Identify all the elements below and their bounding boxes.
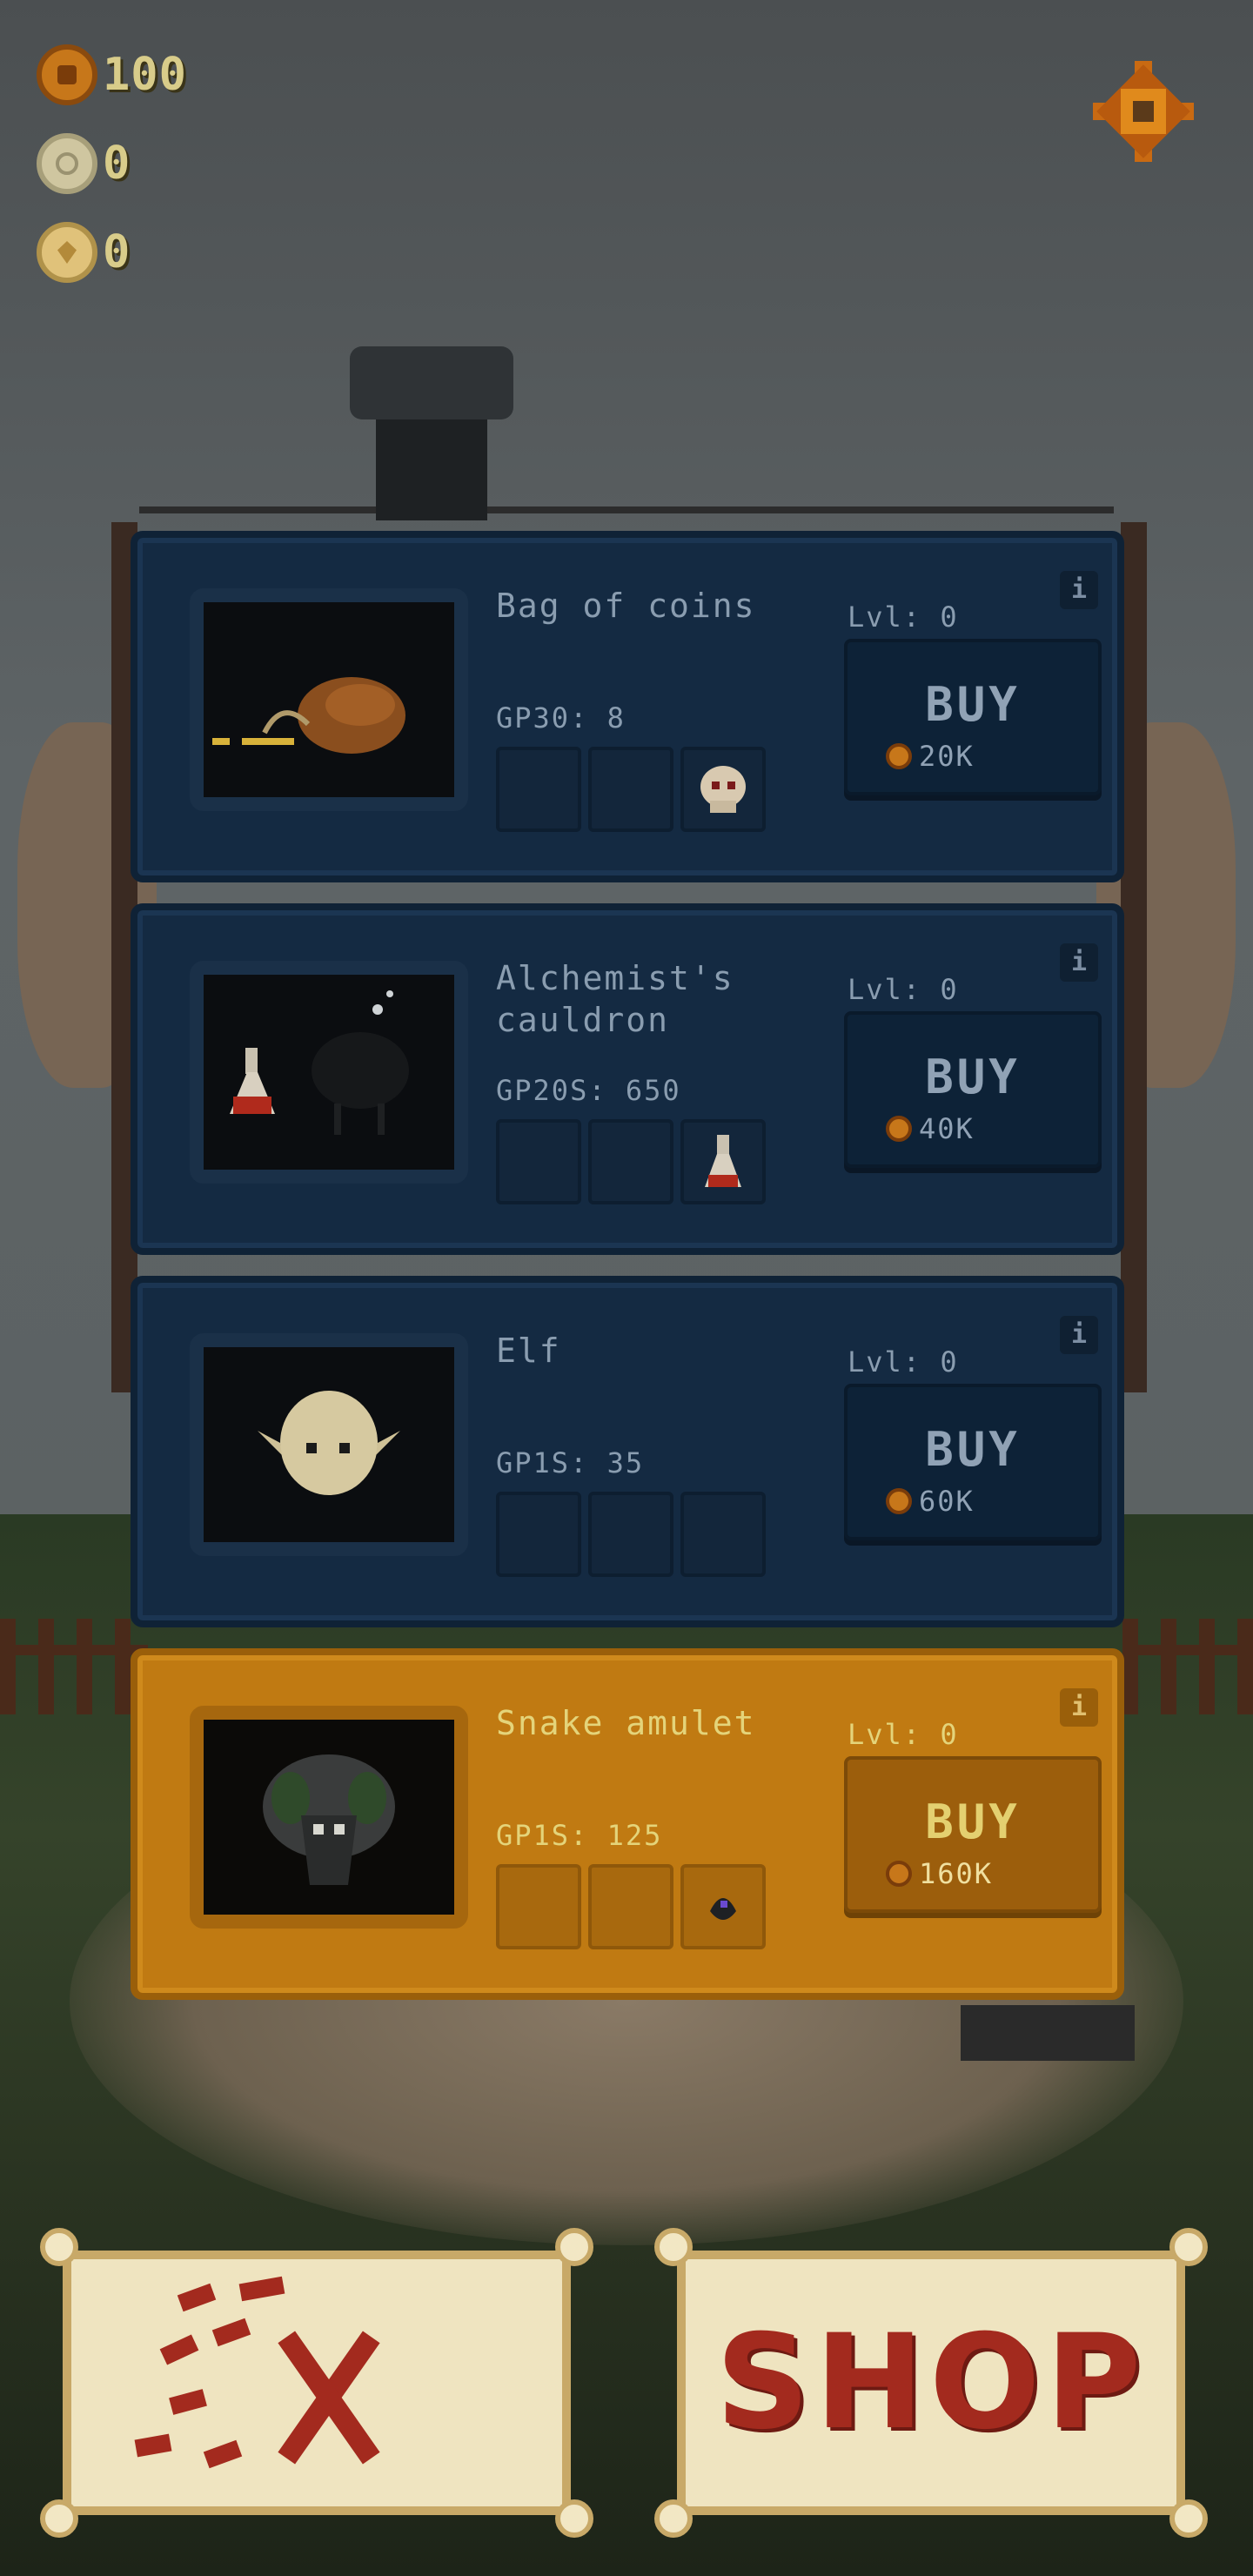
cauldron-icon — [190, 961, 468, 1184]
buy-label: BUY — [925, 1422, 1021, 1477]
buy-price: 60K — [886, 1485, 975, 1518]
item-name: Elf — [496, 1332, 561, 1370]
shop-item-bag-of-coins: Bag of coins GP30: 8 Lvl: 0 i BUY 20K — [131, 531, 1124, 882]
chimney — [350, 346, 513, 520]
buy-button[interactable]: BUY 40K — [844, 1011, 1102, 1168]
coin-bag-icon — [190, 588, 468, 811]
item-level: Lvl: 0 — [848, 600, 959, 634]
buy-button[interactable]: BUY 160K — [844, 1756, 1102, 1913]
settings-gear-icon[interactable] — [1089, 57, 1197, 165]
price-value: 60K — [919, 1485, 975, 1518]
gold-coin-icon — [886, 1116, 912, 1142]
upgrade-slot-amulet[interactable] — [680, 1864, 766, 1949]
gold-amount: 100 — [103, 49, 187, 101]
upgrade-slot-skull[interactable] — [680, 747, 766, 832]
elf-head-icon — [190, 1333, 468, 1556]
price-value: 160K — [919, 1857, 994, 1890]
skull-icon — [700, 766, 746, 813]
upgrade-slot[interactable] — [588, 1864, 673, 1949]
flask-icon — [705, 1135, 741, 1187]
buy-label: BUY — [925, 1050, 1021, 1104]
info-button[interactable]: i — [1060, 943, 1098, 982]
upgrade-slot[interactable] — [496, 747, 581, 832]
upgrade-slot[interactable] — [588, 1492, 673, 1577]
upgrade-slot-flask[interactable] — [680, 1119, 766, 1204]
price-value: 20K — [919, 740, 975, 773]
fence-left — [0, 1619, 148, 1714]
price-value: 40K — [919, 1112, 975, 1145]
item-level: Lvl: 0 — [848, 973, 959, 1006]
snake-amulet-icon — [190, 1706, 468, 1929]
upgrade-slots — [496, 1492, 766, 1577]
upgrade-slot[interactable] — [496, 1864, 581, 1949]
upgrade-slot[interactable] — [680, 1492, 766, 1577]
shop-item-snake-amulet: Snake amulet GP1S: 125 Lvl: 0 i BUY 160K — [131, 1648, 1124, 2000]
info-button[interactable]: i — [1060, 1688, 1098, 1727]
currency-gold: 100 — [37, 42, 187, 108]
buy-price: 160K — [886, 1857, 993, 1890]
gold-coin-icon — [886, 1861, 912, 1887]
buy-label: BUY — [925, 1794, 1021, 1849]
info-button[interactable]: i — [1060, 1316, 1098, 1354]
buy-button[interactable]: BUY 60K — [844, 1384, 1102, 1540]
item-name: Snake amulet — [496, 1704, 756, 1742]
shop-button[interactable]: SHOP — [654, 2228, 1208, 2538]
shop-label: SHOP — [715, 2307, 1147, 2459]
fence-right — [1122, 1619, 1253, 1714]
roof-line — [139, 506, 1114, 513]
item-gp-rate: GP1S: 125 — [496, 1819, 663, 1852]
upgrade-slot[interactable] — [588, 1119, 673, 1204]
gem-amount: 0 — [103, 226, 131, 278]
silver-amount: 0 — [103, 138, 131, 190]
amulet-icon — [710, 1898, 736, 1920]
fence-rail-right — [1122, 1645, 1253, 1655]
house-wall-right — [1121, 522, 1147, 1392]
info-button[interactable]: i — [1060, 571, 1098, 609]
item-name: Bag of coins — [496, 587, 756, 625]
item-level: Lvl: 0 — [848, 1718, 959, 1751]
buy-price: 40K — [886, 1112, 975, 1145]
treasure-map-icon — [134, 2276, 380, 2469]
silver-coin-icon — [37, 133, 97, 194]
upgrade-slot[interactable] — [496, 1119, 581, 1204]
buy-button[interactable]: BUY 20K — [844, 639, 1102, 795]
gem-coin-icon — [37, 222, 97, 283]
upgrade-slots — [496, 1119, 766, 1204]
bucket-prop — [961, 2005, 1135, 2061]
fence-rail-left — [0, 1645, 148, 1655]
currency-gem: 0 — [37, 219, 131, 285]
upgrade-slots — [496, 747, 766, 832]
item-level: Lvl: 0 — [848, 1345, 959, 1379]
upgrade-slots — [496, 1864, 766, 1949]
gold-coin-icon — [886, 1488, 912, 1514]
currency-silver: 0 — [37, 131, 131, 197]
item-name: Alchemist's cauldron — [496, 959, 734, 1039]
upgrade-slot[interactable] — [588, 747, 673, 832]
map-button[interactable] — [40, 2228, 593, 2538]
buy-price: 20K — [886, 740, 975, 773]
gold-coin-icon — [886, 743, 912, 769]
item-gp-rate: GP30: 8 — [496, 701, 626, 735]
shop-item-alchemists-cauldron: Alchemist's cauldron GP20S: 650 Lvl: 0 i… — [131, 903, 1124, 1255]
buy-label: BUY — [925, 677, 1021, 732]
item-gp-rate: GP20S: 650 — [496, 1074, 681, 1107]
shop-item-elf: Elf GP1S: 35 Lvl: 0 i BUY 60K — [131, 1276, 1124, 1627]
upgrade-slot[interactable] — [496, 1492, 581, 1577]
item-gp-rate: GP1S: 35 — [496, 1446, 645, 1479]
gold-coin-icon — [37, 44, 97, 105]
